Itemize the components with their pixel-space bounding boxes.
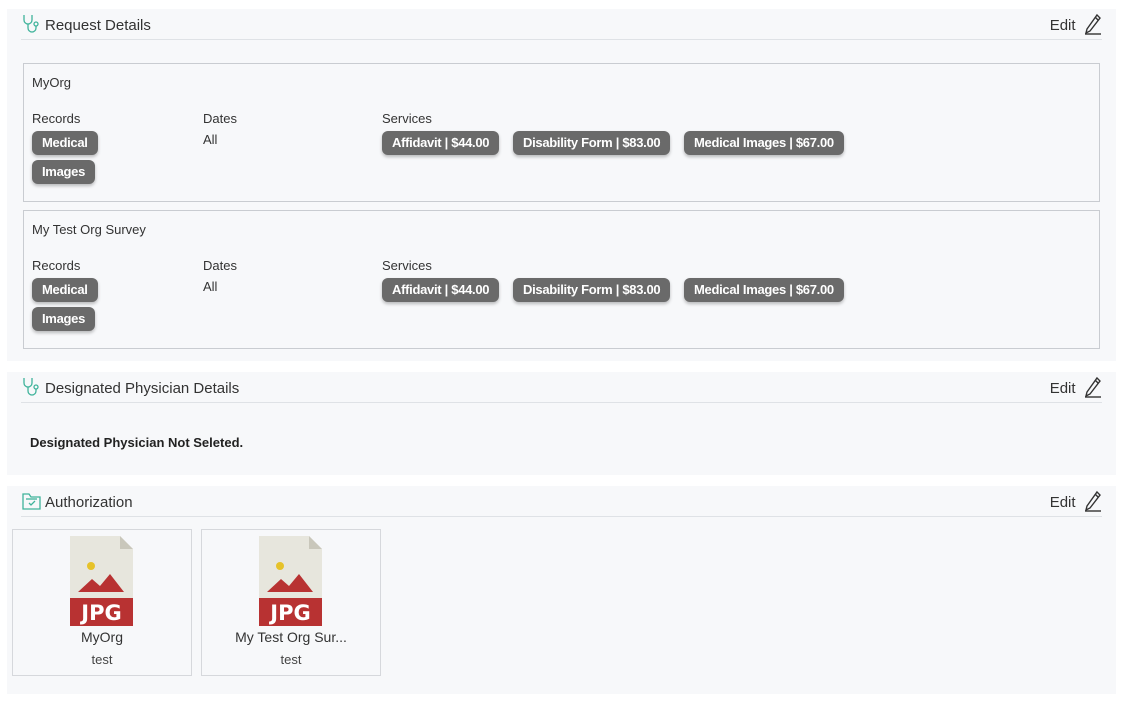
record-tag: Images xyxy=(32,307,96,331)
authorization-file-tile[interactable]: JPG My Test Org Sur... test xyxy=(201,529,381,676)
org-card: MyOrg Records Dates Services Medical Ima… xyxy=(23,63,1100,202)
dates-value: All xyxy=(203,132,218,147)
edit-request-details-button[interactable]: Edit xyxy=(1050,13,1102,37)
edit-label: Edit xyxy=(1049,17,1076,34)
file-name: My Test Org Sur... xyxy=(235,629,347,645)
service-tag: Disability Form | $83.00 xyxy=(513,131,671,155)
file-type-label: JPG xyxy=(268,601,310,625)
pencil-icon xyxy=(1084,490,1101,512)
service-tag: Disability Form | $83.00 xyxy=(513,278,671,302)
physician-status: Designated Physician Not Seleted. xyxy=(30,435,244,450)
record-tag: Medical xyxy=(32,131,98,155)
stethoscope-icon xyxy=(21,13,43,35)
service-tag: Medical Images | $67.00 xyxy=(684,278,844,302)
authorization-panel: Authorization Edit JPG MyOrg test JPG My… xyxy=(7,486,1116,694)
authorization-header: Authorization Edit xyxy=(21,486,1102,517)
section-title: Authorization xyxy=(45,494,133,511)
file-name: MyOrg xyxy=(81,629,123,645)
stethoscope-icon xyxy=(21,376,43,398)
physician-header: Designated Physician Details Edit xyxy=(21,372,1102,403)
dates-label: Dates xyxy=(203,111,237,126)
edit-label: Edit xyxy=(1049,494,1076,511)
record-tag: Images xyxy=(32,160,96,184)
records-label: Records xyxy=(32,111,81,126)
org-name: My Test Org Survey xyxy=(32,222,146,237)
edit-authorization-button[interactable]: Edit xyxy=(1050,490,1102,514)
dates-value: All xyxy=(203,279,218,294)
authorization-file-tile[interactable]: JPG MyOrg test xyxy=(12,529,192,676)
record-tag: Medical xyxy=(32,278,98,302)
request-details-header: Request Details Edit xyxy=(21,9,1102,40)
pencil-icon xyxy=(1084,376,1101,398)
service-tag: Medical Images | $67.00 xyxy=(684,131,844,155)
request-details-panel: Request Details Edit MyOrg Records Dates… xyxy=(7,9,1116,361)
service-tag: Affidavit | $44.00 xyxy=(382,131,500,155)
services-label: Services xyxy=(382,111,432,126)
jpg-file-icon: JPG xyxy=(70,536,133,626)
edit-physician-button[interactable]: Edit xyxy=(1050,376,1102,400)
services-label: Services xyxy=(382,258,432,273)
edit-label: Edit xyxy=(1049,380,1076,397)
section-title: Request Details xyxy=(45,17,151,34)
org-card: My Test Org Survey Records Dates Service… xyxy=(23,210,1100,349)
org-name: MyOrg xyxy=(32,75,71,90)
records-label: Records xyxy=(32,258,81,273)
service-tag: Affidavit | $44.00 xyxy=(382,278,500,302)
jpg-file-icon: JPG xyxy=(259,536,322,626)
file-description: test xyxy=(91,652,113,667)
file-type-label: JPG xyxy=(79,601,121,625)
section-title: Designated Physician Details xyxy=(45,380,240,397)
file-description: test xyxy=(280,652,302,667)
pencil-icon xyxy=(1084,13,1101,35)
folder-check-icon xyxy=(21,490,43,512)
dates-label: Dates xyxy=(203,258,237,273)
physician-panel: Designated Physician Details Edit Design… xyxy=(7,372,1116,475)
